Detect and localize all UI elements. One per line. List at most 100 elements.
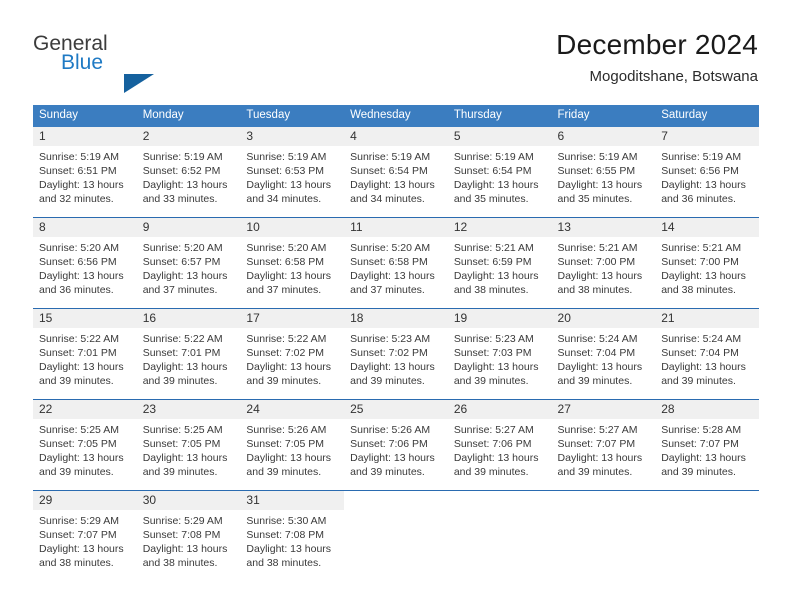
day-cell[interactable]: 20 Sunrise: 5:24 AM Sunset: 7:04 PM Dayl… xyxy=(551,308,656,400)
page-header: General Blue December 2024 Mogoditshane,… xyxy=(0,0,792,100)
weekday-header-sunday: Sunday xyxy=(33,105,137,127)
day-details: Sunrise: 5:21 AM Sunset: 7:00 PM Dayligh… xyxy=(655,237,759,297)
daylight-text-line1: Daylight: 13 hours xyxy=(350,361,435,373)
day-cell[interactable]: 23 Sunrise: 5:25 AM Sunset: 7:05 PM Dayl… xyxy=(136,399,241,491)
sunset-text: Sunset: 7:05 PM xyxy=(142,438,221,450)
day-cell[interactable]: 18 Sunrise: 5:23 AM Sunset: 7:02 PM Dayl… xyxy=(344,308,448,400)
daylight-text-line2: and 34 minutes. xyxy=(246,193,322,205)
day-cell[interactable]: 7 Sunrise: 5:19 AM Sunset: 6:56 PM Dayli… xyxy=(655,127,759,218)
sunrise-text: Sunrise: 5:19 AM xyxy=(453,151,534,163)
daylight-text-line1: Daylight: 13 hours xyxy=(142,270,228,282)
daylight-text-line1: Daylight: 13 hours xyxy=(453,179,539,191)
sunrise-text: Sunrise: 5:29 AM xyxy=(142,515,223,527)
sunset-text: Sunset: 6:58 PM xyxy=(350,256,428,268)
sunset-text: Sunset: 6:54 PM xyxy=(453,165,532,177)
day-cell[interactable]: 28 Sunrise: 5:28 AM Sunset: 7:07 PM Dayl… xyxy=(655,399,759,491)
day-cell[interactable]: 17 Sunrise: 5:22 AM Sunset: 7:02 PM Dayl… xyxy=(240,308,345,400)
daylight-text-line2: and 38 minutes. xyxy=(661,284,736,296)
sunrise-text: Sunrise: 5:25 AM xyxy=(142,424,223,436)
day-cell[interactable]: 2 Sunrise: 5:19 AM Sunset: 6:52 PM Dayli… xyxy=(136,127,241,218)
day-cell[interactable]: 19 Sunrise: 5:23 AM Sunset: 7:03 PM Dayl… xyxy=(447,308,552,400)
daylight-text-line2: and 39 minutes. xyxy=(453,466,529,478)
day-details: Sunrise: 5:24 AM Sunset: 7:04 PM Dayligh… xyxy=(552,328,656,388)
day-cell[interactable]: 10 Sunrise: 5:20 AM Sunset: 6:58 PM Dayl… xyxy=(240,217,345,309)
day-number: 23 xyxy=(136,400,241,419)
daylight-text-line1: Daylight: 13 hours xyxy=(246,361,332,373)
day-cell[interactable]: 8 Sunrise: 5:20 AM Sunset: 6:56 PM Dayli… xyxy=(33,217,137,309)
sunset-text: Sunset: 7:06 PM xyxy=(350,438,428,450)
day-cell[interactable]: 3 Sunrise: 5:19 AM Sunset: 6:53 PM Dayli… xyxy=(240,127,345,218)
day-cell[interactable]: 6 Sunrise: 5:19 AM Sunset: 6:55 PM Dayli… xyxy=(551,127,656,218)
day-number: 28 xyxy=(655,400,759,419)
day-cell[interactable]: 1 Sunrise: 5:19 AM Sunset: 6:51 PM Dayli… xyxy=(33,127,137,218)
day-details: Sunrise: 5:29 AM Sunset: 7:07 PM Dayligh… xyxy=(33,510,137,570)
day-cell[interactable]: 25 Sunrise: 5:26 AM Sunset: 7:06 PM Dayl… xyxy=(344,399,448,491)
daylight-text-line2: and 39 minutes. xyxy=(453,375,529,387)
page-subtitle: Mogoditshane, Botswana xyxy=(589,68,758,85)
daylight-text-line1: Daylight: 13 hours xyxy=(142,543,228,555)
daylight-text-line1: Daylight: 13 hours xyxy=(142,179,228,191)
sunset-text: Sunset: 7:04 PM xyxy=(557,347,636,359)
sunset-text: Sunset: 7:03 PM xyxy=(453,347,532,359)
daylight-text-line1: Daylight: 13 hours xyxy=(661,179,746,191)
sunset-text: Sunset: 7:08 PM xyxy=(246,529,325,541)
day-cell[interactable]: 13 Sunrise: 5:21 AM Sunset: 7:00 PM Dayl… xyxy=(551,217,656,309)
day-cell[interactable]: 30 Sunrise: 5:29 AM Sunset: 7:08 PM Dayl… xyxy=(136,490,241,581)
day-cell[interactable]: 9 Sunrise: 5:20 AM Sunset: 6:57 PM Dayli… xyxy=(136,217,241,309)
daylight-text-line2: and 39 minutes. xyxy=(246,466,322,478)
daylight-text-line2: and 39 minutes. xyxy=(142,466,218,478)
day-cell[interactable]: 26 Sunrise: 5:27 AM Sunset: 7:06 PM Dayl… xyxy=(447,399,552,491)
sunset-text: Sunset: 7:04 PM xyxy=(661,347,739,359)
day-number: 4 xyxy=(344,127,448,146)
daylight-text-line1: Daylight: 13 hours xyxy=(350,452,435,464)
weekday-header-saturday: Saturday xyxy=(655,105,759,127)
day-details: Sunrise: 5:26 AM Sunset: 7:06 PM Dayligh… xyxy=(344,419,448,479)
daylight-text-line1: Daylight: 13 hours xyxy=(246,452,332,464)
flag-triangle-icon xyxy=(124,74,154,93)
daylight-text-line1: Daylight: 13 hours xyxy=(557,361,643,373)
daylight-text-line1: Daylight: 13 hours xyxy=(246,543,332,555)
day-number: 16 xyxy=(136,309,241,328)
sunrise-text: Sunrise: 5:22 AM xyxy=(39,333,119,345)
day-number: 9 xyxy=(136,218,241,237)
sunrise-text: Sunrise: 5:19 AM xyxy=(557,151,638,163)
sunset-text: Sunset: 6:51 PM xyxy=(39,165,117,177)
day-number: 27 xyxy=(551,400,656,419)
daylight-text-line1: Daylight: 13 hours xyxy=(453,361,539,373)
sunrise-text: Sunrise: 5:24 AM xyxy=(557,333,638,345)
daylight-text-line2: and 39 minutes. xyxy=(557,375,633,387)
day-number: 8 xyxy=(33,218,137,237)
daylight-text-line2: and 39 minutes. xyxy=(350,375,425,387)
day-number: 18 xyxy=(344,309,448,328)
day-cell[interactable]: 5 Sunrise: 5:19 AM Sunset: 6:54 PM Dayli… xyxy=(447,127,552,218)
daylight-text-line1: Daylight: 13 hours xyxy=(557,452,643,464)
day-cell[interactable]: 24 Sunrise: 5:26 AM Sunset: 7:05 PM Dayl… xyxy=(240,399,345,491)
daylight-text-line1: Daylight: 13 hours xyxy=(39,452,124,464)
day-cell[interactable]: 31 Sunrise: 5:30 AM Sunset: 7:08 PM Dayl… xyxy=(240,490,345,581)
day-number: 1 xyxy=(33,127,137,146)
day-cell[interactable]: 16 Sunrise: 5:22 AM Sunset: 7:01 PM Dayl… xyxy=(136,308,241,400)
daylight-text-line2: and 35 minutes. xyxy=(453,193,529,205)
day-cell[interactable]: 21 Sunrise: 5:24 AM Sunset: 7:04 PM Dayl… xyxy=(655,308,759,400)
day-cell[interactable]: 15 Sunrise: 5:22 AM Sunset: 7:01 PM Dayl… xyxy=(33,308,137,400)
day-number: 11 xyxy=(344,218,448,237)
day-details: Sunrise: 5:22 AM Sunset: 7:01 PM Dayligh… xyxy=(33,328,137,388)
day-details: Sunrise: 5:24 AM Sunset: 7:04 PM Dayligh… xyxy=(655,328,759,388)
day-number: 30 xyxy=(136,491,241,510)
day-cell[interactable]: 11 Sunrise: 5:20 AM Sunset: 6:58 PM Dayl… xyxy=(344,217,448,309)
day-number: 24 xyxy=(240,400,345,419)
week-row: 8 Sunrise: 5:20 AM Sunset: 6:56 PM Dayli… xyxy=(33,217,759,309)
day-number xyxy=(655,491,759,510)
day-details: Sunrise: 5:23 AM Sunset: 7:03 PM Dayligh… xyxy=(448,328,552,388)
weekday-header-wednesday: Wednesday xyxy=(344,105,448,127)
sunrise-text: Sunrise: 5:19 AM xyxy=(661,151,742,163)
day-cell[interactable]: 27 Sunrise: 5:27 AM Sunset: 7:07 PM Dayl… xyxy=(551,399,656,491)
day-cell[interactable]: 29 Sunrise: 5:29 AM Sunset: 7:07 PM Dayl… xyxy=(33,490,137,581)
day-details: Sunrise: 5:29 AM Sunset: 7:08 PM Dayligh… xyxy=(137,510,241,570)
day-cell[interactable]: 14 Sunrise: 5:21 AM Sunset: 7:00 PM Dayl… xyxy=(655,217,759,309)
daylight-text-line2: and 39 minutes. xyxy=(142,375,218,387)
day-cell[interactable]: 12 Sunrise: 5:21 AM Sunset: 6:59 PM Dayl… xyxy=(447,217,552,309)
day-cell[interactable]: 22 Sunrise: 5:25 AM Sunset: 7:05 PM Dayl… xyxy=(33,399,137,491)
day-cell[interactable]: 4 Sunrise: 5:19 AM Sunset: 6:54 PM Dayli… xyxy=(344,127,448,218)
sunrise-text: Sunrise: 5:27 AM xyxy=(557,424,638,436)
